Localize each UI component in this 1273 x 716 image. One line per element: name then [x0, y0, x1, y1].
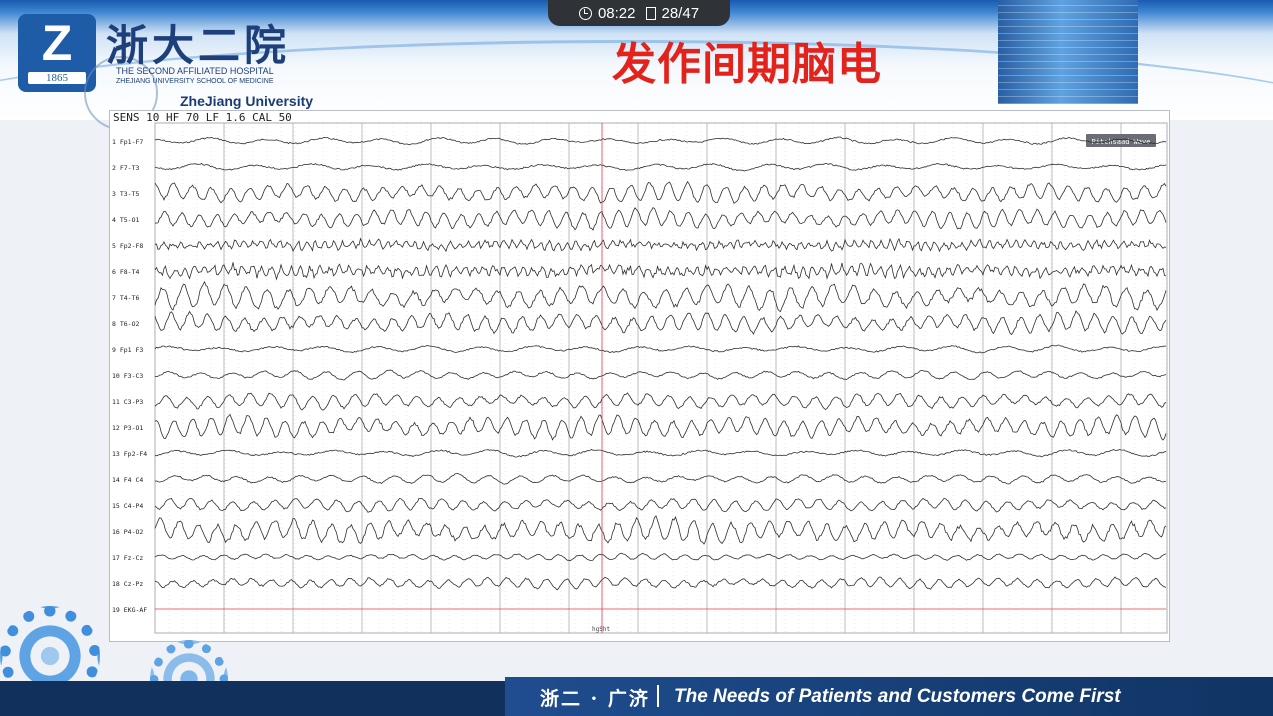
eeg-trace-2 [154, 162, 1167, 172]
clock-icon [578, 6, 592, 20]
eeg-trace-canvas: Pitchsaad Wave1 Fp1-F72 F7-T33 T3-T54 T5… [112, 122, 1168, 634]
channel-label: 2 F7-T3 [112, 164, 139, 172]
eeg-trace-5 [154, 237, 1167, 253]
logo-letter: Z [41, 15, 73, 71]
eeg-settings-label: SENS 10 HF 70 LF 1.6 CAL 50 [113, 111, 292, 124]
hospital-building-image [998, 0, 1138, 104]
channel-label: 6 F8-T4 [112, 268, 139, 276]
hospital-english-name: THE SECOND AFFILIATED HOSPITAL [116, 66, 274, 76]
presentation-status-bar: 08:22 28/47 [548, 0, 730, 26]
eeg-trace-8 [154, 310, 1167, 336]
slide-title: 发作间期脑电 [612, 39, 882, 90]
hospital-logo-mark: Z 1865 [18, 14, 96, 92]
channel-label: 13 Fp2-F4 [112, 450, 147, 458]
channel-label: 7 T4-T6 [112, 294, 139, 302]
channel-label: 19 EKG-AF [112, 606, 147, 614]
eeg-trace-6 [154, 262, 1167, 281]
bottom-event-label: hgSht [592, 626, 610, 633]
footer-divider [657, 685, 659, 707]
eeg-trace-9 [154, 344, 1167, 354]
channel-label: 3 T3-T5 [112, 190, 139, 198]
eeg-trace-4 [154, 207, 1167, 231]
eeg-trace-12 [154, 413, 1167, 441]
channel-label: 11 C3-P3 [112, 398, 143, 406]
channel-label: 14 F4 C4 [112, 476, 143, 484]
channel-label: 5 Fp2-F8 [112, 242, 143, 250]
eeg-trace-16 [154, 515, 1167, 545]
eeg-trace-18 [154, 576, 1167, 591]
eeg-trace-7 [154, 280, 1167, 313]
status-time: 08:22 [597, 4, 636, 22]
logo-year: 1865 [28, 72, 86, 84]
hospital-english-subname: ZHEJIANG UNIVERSITY SCHOOL OF MEDICINE [116, 78, 274, 85]
channel-label: 12 P3-O1 [112, 424, 143, 432]
channel-label: 15 C4-P4 [112, 502, 143, 510]
page-icon [645, 6, 656, 20]
channel-label: 8 T6-O2 [112, 320, 139, 328]
channel-label: 1 Fp1-F7 [112, 138, 143, 146]
channel-label: 4 T5-O1 [112, 216, 139, 224]
university-name: ZheJiang University [180, 93, 314, 109]
eeg-trace-1 [154, 136, 1167, 146]
hospital-chinese-name: 浙大二院 [106, 21, 291, 70]
channel-label: 10 F3-C3 [112, 372, 143, 380]
footer-motto-chinese: 浙二 · 广济 [540, 688, 650, 710]
eeg-trace-3 [154, 180, 1167, 205]
eeg-trace-13 [154, 449, 1167, 458]
channel-label: 16 P4-O2 [112, 528, 143, 536]
presentation-slide: Z 1865 浙大二院 THE SECOND AFFILIATED HOSPIT… [0, 0, 1273, 716]
channel-label: 18 Cz-Pz [112, 580, 143, 588]
eeg-trace-15 [154, 497, 1167, 513]
channel-label: 17 Fz-Cz [112, 554, 143, 562]
eeg-trace-17 [154, 552, 1167, 562]
eeg-trace-14 [154, 473, 1166, 485]
eeg-recording-panel: Pitchsaad Wave 1 Fp1-F7 2 F7-T3 3 T3-T5 4 T5… [109, 110, 1170, 642]
eeg-trace-10 [154, 369, 1167, 381]
status-page-counter: 28/47 [661, 4, 700, 22]
eeg-trace-11 [154, 392, 1167, 411]
channel-label: 9 Fp1 F3 [112, 346, 143, 354]
footer-slogan: The Needs of Patients and Customers Come… [674, 686, 1121, 707]
